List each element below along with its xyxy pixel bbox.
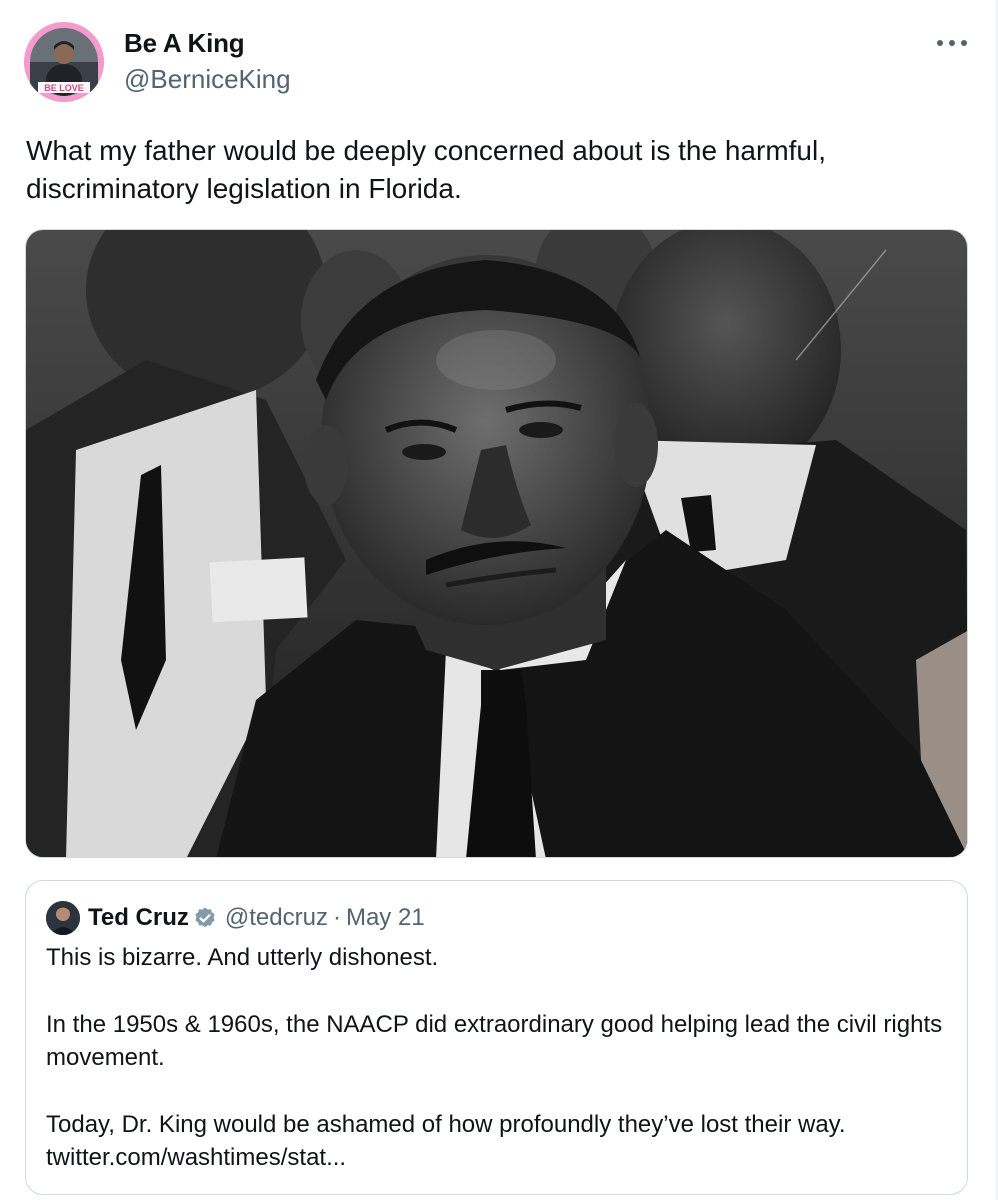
more-horizontal-icon <box>937 40 967 46</box>
quoted-paragraph-3: Today, Dr. King would be ashamed of how … <box>46 1111 846 1138</box>
avatar-badge-text: BE LOVE <box>44 83 84 93</box>
author-avatar[interactable]: BE LOVE <box>24 22 104 102</box>
author-handle[interactable]: @BerniceKing <box>124 64 291 95</box>
quoted-author-name[interactable]: Ted Cruz <box>88 904 189 932</box>
author-name[interactable]: Be A King <box>124 28 245 59</box>
quoted-tweet-text: This is bizarre. And utterly dishonest. … <box>46 941 946 1174</box>
tweet-card: BE LOVE Be A King @BerniceKing What my f… <box>0 0 998 1200</box>
more-options-button[interactable] <box>932 30 972 56</box>
meta-separator: · <box>332 904 341 931</box>
tweet-text: What my father would be deeply concerned… <box>26 135 826 204</box>
quoted-tweet[interactable]: Ted Cruz @tedcruz · May 21 This is bizar… <box>25 880 968 1195</box>
quoted-paragraph-1: This is bizarre. And utterly dishonest. <box>46 944 439 971</box>
quoted-author-avatar[interactable] <box>46 901 80 935</box>
quoted-link[interactable]: twitter.com/washtimes/stat... <box>46 1141 946 1174</box>
tweet-photo[interactable] <box>25 229 968 858</box>
quoted-paragraph-2: In the 1950s & 1960s, the NAACP did extr… <box>46 1011 943 1071</box>
quoted-tweet-date[interactable]: May 21 <box>346 904 425 932</box>
verified-badge-icon <box>193 906 217 930</box>
quoted-tweet-header: Ted Cruz @tedcruz · May 21 <box>46 901 425 935</box>
quoted-author-handle[interactable]: @tedcruz <box>225 904 328 932</box>
